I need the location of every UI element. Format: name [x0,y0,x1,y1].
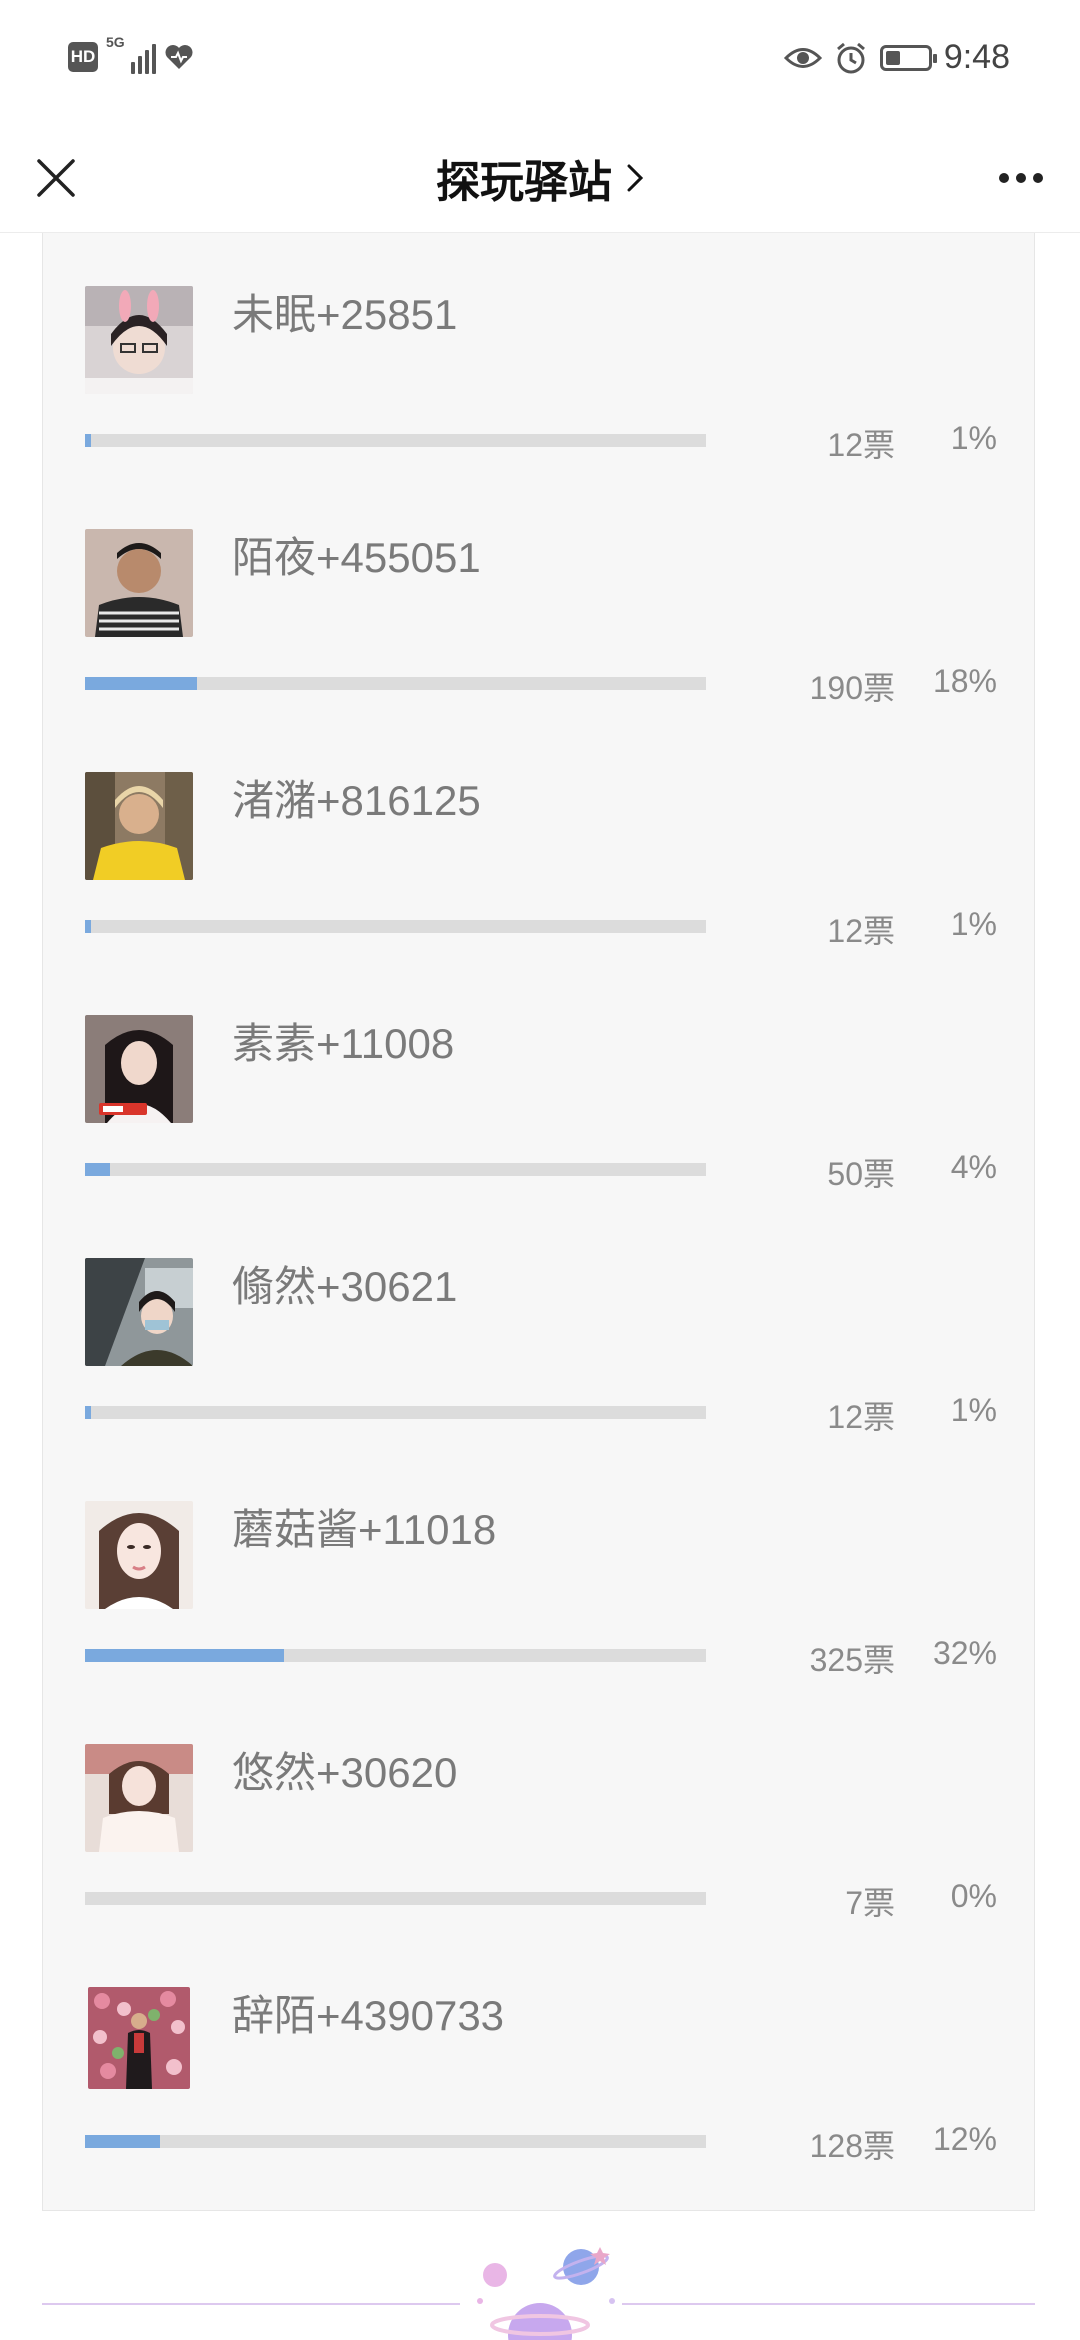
health-heart-icon [165,45,193,69]
footer-divider-left [42,2303,460,2305]
entry-name: 蘑菇酱+11018 [232,1506,497,1553]
avatar[interactable] [85,1501,193,1609]
entry-name: 辞陌+4390733 [232,1992,505,2039]
vote-count: 7票 [845,1885,895,1921]
vote-count: 50票 [827,1156,895,1192]
planet-icon [477,2247,615,2340]
chevron-right-icon [627,164,644,192]
page-title[interactable]: 探玩驿站 [0,124,1080,232]
vote-percent: 1% [950,420,997,456]
entry-name: 翛然+30621 [232,1263,458,1310]
vote-percent: 12% [932,2121,997,2157]
vote-progress-fill [85,677,197,690]
vote-entry[interactable]: 悠然+30620 7票 0% [85,1744,1036,1987]
vote-entry[interactable]: 蘑菇酱+11018 325票 32% [85,1501,1036,1744]
entry-name: 陌夜+455051 [232,534,481,581]
vote-progress-fill [85,2135,160,2148]
page-title-text: 探玩驿站 [436,158,612,207]
vote-entry[interactable]: 素素+11008 50票 4% [85,1015,1036,1258]
entry-name: 素素+11008 [232,1020,455,1067]
vote-progress-bar [85,1163,706,1176]
vote-count: 190票 [809,670,895,706]
status-left-icons: HD 5G [68,34,194,74]
vote-count: 12票 [827,1399,895,1435]
alarm-icon [836,42,865,73]
vote-count: 128票 [809,2128,895,2164]
more-dot-icon [1016,173,1026,183]
hd-icon: HD [68,42,98,72]
avatar[interactable] [85,1258,193,1366]
signal-icon: 5G [106,34,156,74]
vote-progress-bar [85,920,706,933]
network-type-label: 5G [106,34,125,50]
status-time: 9:48 [943,38,1010,76]
vote-percent: 32% [932,1635,997,1671]
avatar[interactable] [85,286,193,394]
vote-progress-bar [85,434,706,447]
battery-icon [879,44,937,71]
avatar[interactable] [85,1015,193,1123]
avatar[interactable] [85,529,193,637]
vote-entry[interactable]: 翛然+30621 12票 1% [85,1258,1036,1501]
entry-name: 渚潴+816125 [232,777,481,824]
vote-percent: 0% [950,1878,997,1914]
vote-progress-fill [85,1649,284,1662]
eye-icon [783,47,822,68]
vote-progress-fill [85,1406,91,1419]
vote-entry[interactable]: 未眠+25851 12票 1% [85,286,1036,529]
vote-percent: 18% [932,663,997,699]
footer-decoration [0,2211,1080,2340]
vote-entry[interactable]: 陌夜+455051 190票 18% [85,529,1036,772]
vote-progress-bar [85,2135,706,2148]
vote-percent: 1% [950,1392,997,1428]
vote-progress-fill [85,1163,110,1176]
avatar[interactable] [85,772,193,880]
entry-name: 未眠+25851 [232,291,458,338]
vote-progress-fill [85,434,91,447]
vote-count: 12票 [827,427,895,463]
vote-entry[interactable]: 渚潴+816125 12票 1% [85,772,1036,1015]
more-dot-icon [1033,173,1043,183]
entry-name: 悠然+30620 [232,1749,458,1796]
vote-percent: 1% [950,906,997,942]
status-right-icons: 9:48 [783,38,1010,77]
avatar[interactable] [85,1744,193,1852]
vote-results-card: 未眠+25851 12票 1% 陌夜+455051 190票 18% 渚潴+81… [42,233,1035,2211]
vote-progress-bar [85,1406,706,1419]
vote-count: 325票 [809,1642,895,1678]
vote-progress-fill [85,920,91,933]
more-options-button[interactable] [986,152,1056,204]
footer-divider-right [622,2303,1035,2305]
title-bar: 探玩驿站 [0,124,1080,233]
status-bar: HD 5G 9:48 [0,0,1080,124]
vote-percent: 4% [950,1149,997,1185]
vote-progress-bar [85,1649,706,1662]
more-dot-icon [999,173,1009,183]
vote-entry[interactable]: 辞陌+4390733 128票 12% [85,1987,1036,2230]
vote-progress-bar [85,1892,706,1905]
vote-count: 12票 [827,913,895,949]
vote-progress-bar [85,677,706,690]
avatar[interactable] [88,1987,190,2089]
